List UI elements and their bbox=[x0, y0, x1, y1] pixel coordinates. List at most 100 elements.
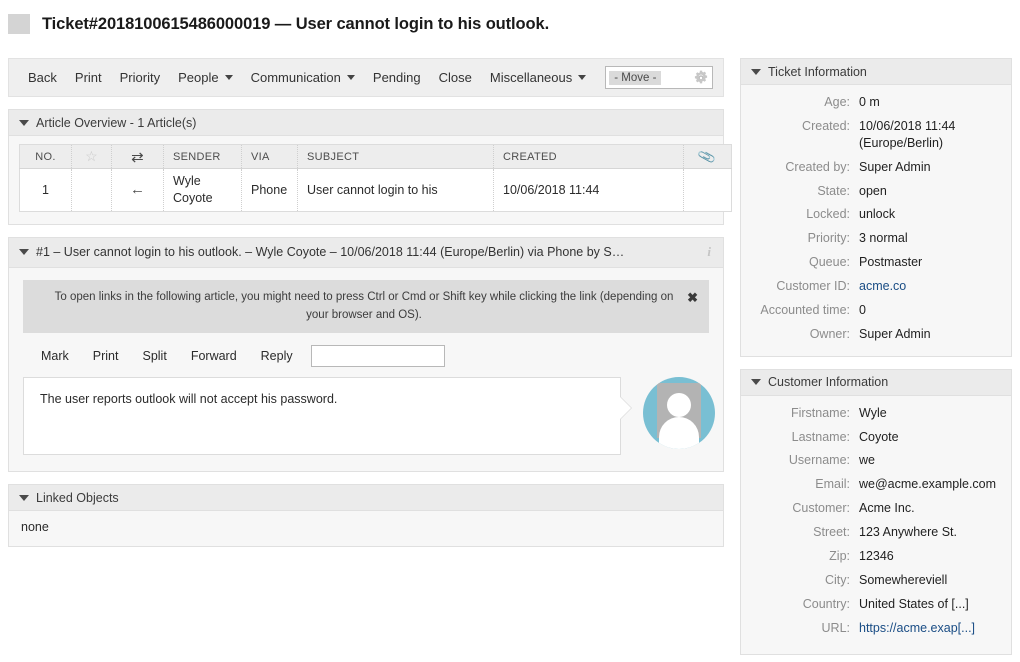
close-icon[interactable]: ✖ bbox=[687, 288, 698, 308]
move-select-value: - Move - bbox=[609, 70, 662, 85]
linked-objects-body: none bbox=[21, 520, 49, 535]
toolbar-label: People bbox=[178, 70, 219, 85]
toolbar-label: Close bbox=[438, 70, 472, 85]
ticket-information-body: Age: 0 m Created: 10/06/2018 11:44 (Euro… bbox=[741, 85, 1011, 356]
collapse-triangle-icon[interactable] bbox=[751, 379, 761, 386]
customer-label: Firstname: bbox=[790, 405, 850, 420]
article-overview-header: Article Overview - 1 Article(s) bbox=[9, 110, 723, 136]
info-icon[interactable]: i bbox=[707, 244, 713, 260]
toolbar-item-people[interactable]: People bbox=[169, 59, 241, 96]
link-notice-text: To open links in the following article, … bbox=[54, 290, 674, 321]
toolbar-label: Communication bbox=[250, 70, 341, 85]
article-message-text: The user reports outlook will not accept… bbox=[40, 392, 338, 407]
info-row-accounted-time: Accounted time: 0 bbox=[741, 302, 1001, 319]
cell-star[interactable] bbox=[71, 168, 112, 212]
ticket-zoom-page: Ticket#2018100615486000019 — User cannot… bbox=[0, 0, 1020, 662]
sender-name: Wyle Coyote bbox=[173, 174, 213, 205]
paperclip-icon: 📎 bbox=[697, 146, 718, 166]
toolbar-item-miscellaneous[interactable]: Miscellaneous bbox=[481, 59, 595, 96]
article-action-reply[interactable]: Reply bbox=[249, 349, 305, 363]
toolbar-item-close[interactable]: Close bbox=[430, 59, 481, 96]
column-header-attachment[interactable]: 📎 bbox=[683, 144, 732, 169]
info-row-state: State: open bbox=[741, 183, 1001, 200]
info-label: Priority: bbox=[807, 231, 850, 246]
info-row-locked: Locked: unlock bbox=[741, 206, 1001, 223]
toolbar-item-back[interactable]: Back bbox=[19, 59, 66, 96]
toolbar-item-print[interactable]: Print bbox=[66, 59, 111, 96]
cell-no: 1 bbox=[19, 168, 72, 212]
cell-subject: User cannot login to his bbox=[297, 168, 494, 212]
article-widget: #1 – User cannot login to his outlook. –… bbox=[8, 236, 724, 473]
info-label: Queue: bbox=[808, 255, 850, 270]
column-header-direction[interactable]: ⇄ bbox=[111, 144, 164, 169]
article-action-forward[interactable]: Forward bbox=[179, 349, 249, 363]
link-notice-banner: To open links in the following article, … bbox=[23, 279, 709, 334]
star-icon: ☆ bbox=[85, 148, 98, 164]
info-row-created-by: Created by: Super Admin bbox=[741, 159, 1001, 176]
article-message-area: The user reports outlook will not accept… bbox=[23, 377, 715, 456]
info-label: Customer ID: bbox=[776, 279, 850, 293]
collapse-triangle-icon[interactable] bbox=[19, 249, 29, 256]
toolbar-item-priority[interactable]: Priority bbox=[111, 59, 169, 96]
reply-input[interactable] bbox=[310, 345, 445, 368]
cell-created: 10/06/2018 11:44 bbox=[493, 168, 684, 212]
info-value: 10/06/2018 11:44 (Europe/Berlin) bbox=[859, 118, 956, 150]
column-header-via[interactable]: VIA bbox=[241, 144, 298, 169]
customer-row-lastname: Lastname: Coyote bbox=[741, 429, 1001, 446]
customer-value: Coyote bbox=[859, 429, 899, 444]
avatar-body bbox=[659, 417, 699, 450]
toolbar-label: Miscellaneous bbox=[489, 70, 573, 85]
customer-url-link[interactable]: https://acme.exap[...] bbox=[859, 620, 975, 637]
sidebar: Ticket Information Age: 0 m Created: 10/… bbox=[740, 58, 1012, 662]
column-header-subject[interactable]: SUBJECT bbox=[297, 144, 494, 169]
column-header-created[interactable]: CREATED bbox=[493, 144, 684, 169]
column-header-sender[interactable]: SENDER bbox=[163, 144, 242, 169]
info-row-customer-id: Customer ID: acme.co bbox=[741, 278, 1001, 295]
chevron-down-icon bbox=[578, 75, 587, 80]
info-label: Owner: bbox=[809, 326, 850, 341]
customer-row-firstname: Firstname: Wyle bbox=[741, 405, 1001, 422]
table-row[interactable]: 1 ← Wyle Coyote Phone User cannot login … bbox=[19, 168, 732, 212]
article-action-print[interactable]: Print bbox=[81, 349, 131, 363]
article-header: #1 – User cannot login to his outlook. –… bbox=[9, 237, 723, 268]
ticket-information-widget: Ticket Information Age: 0 m Created: 10/… bbox=[740, 58, 1012, 357]
article-action-mark[interactable]: Mark bbox=[41, 349, 81, 363]
customer-id-link[interactable]: acme.co bbox=[859, 278, 906, 295]
cell-direction: ← bbox=[111, 168, 164, 212]
collapse-triangle-icon[interactable] bbox=[19, 119, 29, 126]
info-value: Super Admin bbox=[859, 326, 931, 341]
info-label: Created: bbox=[802, 118, 850, 133]
article-body: To open links in the following article, … bbox=[9, 268, 723, 472]
info-value: open bbox=[859, 183, 887, 198]
customer-row-zip: Zip: 12346 bbox=[741, 548, 1001, 565]
article-action-split[interactable]: Split bbox=[130, 349, 178, 363]
cell-attachment bbox=[684, 169, 732, 212]
info-label: Age: bbox=[824, 95, 850, 109]
customer-row-email: Email: we@acme.example.com bbox=[741, 476, 1001, 493]
article-overview-widget: Article Overview - 1 Article(s) NO. ☆ ⇄ bbox=[8, 109, 732, 225]
swap-icon: ⇄ bbox=[131, 148, 144, 166]
customer-value: Acme Inc. bbox=[859, 501, 915, 516]
bubble-tail bbox=[620, 397, 631, 420]
info-value: unlock bbox=[859, 207, 896, 222]
column-header-star[interactable]: ☆ bbox=[71, 144, 112, 169]
customer-label: Email: bbox=[815, 477, 850, 492]
customer-label: Street: bbox=[813, 525, 850, 539]
page-title-row: Ticket#2018100615486000019 — User cannot… bbox=[0, 14, 549, 34]
article-overview-title: Article Overview - 1 Article(s) bbox=[36, 115, 197, 130]
customer-value: 12346 bbox=[859, 548, 894, 563]
collapse-triangle-icon[interactable] bbox=[19, 494, 29, 501]
customer-row-username: Username: we bbox=[741, 452, 1001, 469]
info-value: 0 bbox=[859, 302, 866, 317]
chevron-down-icon bbox=[346, 75, 355, 80]
square-placeholder-icon bbox=[8, 14, 30, 34]
toolbar-item-communication[interactable]: Communication bbox=[242, 59, 364, 96]
chevron-down-icon bbox=[224, 75, 233, 80]
toolbar-item-pending[interactable]: Pending bbox=[364, 59, 430, 96]
toolbar-label: Priority bbox=[119, 70, 161, 85]
collapse-triangle-icon[interactable] bbox=[751, 68, 761, 75]
column-header-no[interactable]: NO. bbox=[19, 144, 72, 169]
gear-icon[interactable] bbox=[693, 70, 709, 86]
customer-row-customer: Customer: Acme Inc. bbox=[741, 500, 1001, 517]
linked-objects-widget: Linked Objects none bbox=[8, 484, 724, 548]
